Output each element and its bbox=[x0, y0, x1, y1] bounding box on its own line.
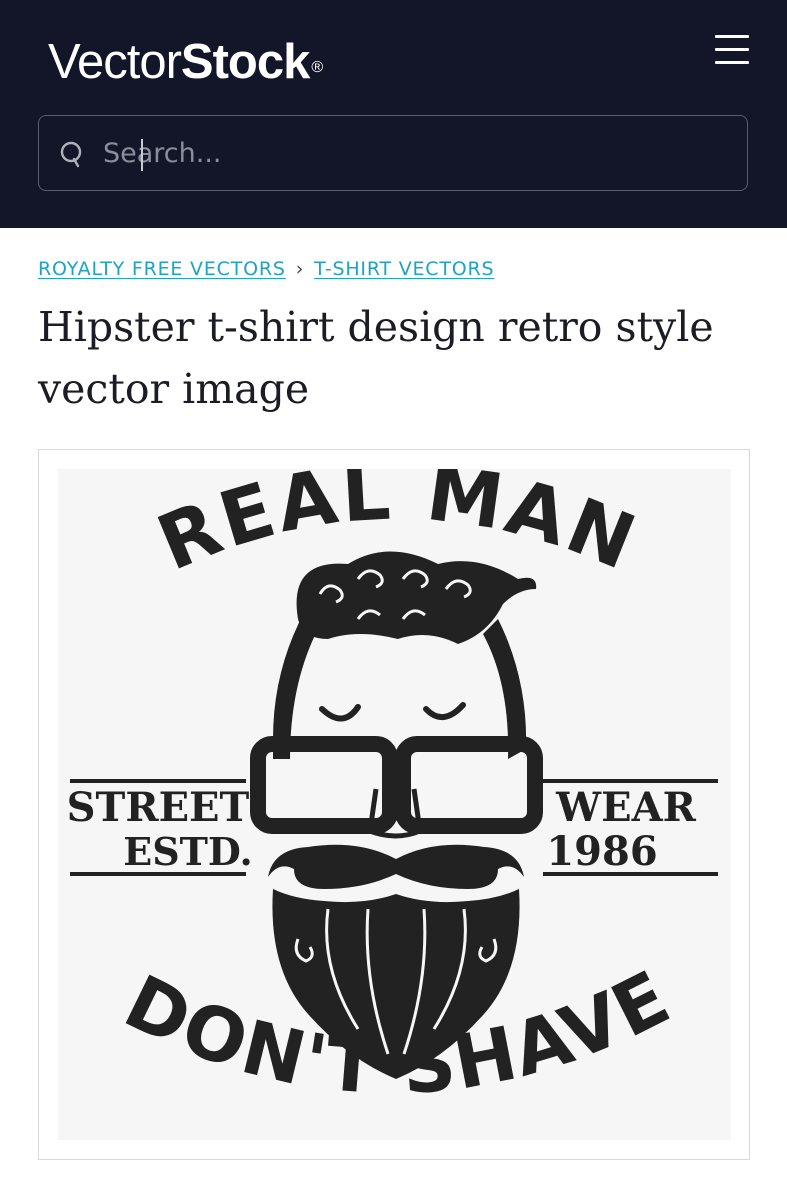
search-bar[interactable] bbox=[38, 115, 748, 191]
breadcrumb: ROYALTY FREE VECTORS › T-SHIRT VECTORS bbox=[38, 258, 494, 280]
hipster-tshirt-artwork[interactable]: REAL MAN DON'T SHAVE STREET ESTD. WEAR 1… bbox=[58, 469, 731, 1140]
artwork-graphic: REAL MAN DON'T SHAVE STREET ESTD. WEAR 1… bbox=[67, 469, 718, 1111]
breadcrumb-separator: › bbox=[295, 258, 305, 280]
preview-image-frame[interactable]: REAL MAN DON'T SHAVE STREET ESTD. WEAR 1… bbox=[38, 449, 750, 1160]
logo-part-stock: Stock bbox=[180, 35, 310, 89]
artwork-right-line2: 1986 bbox=[546, 828, 657, 875]
artwork-right-line1: WEAR bbox=[555, 784, 696, 831]
artwork-left-line2: ESTD. bbox=[123, 829, 253, 874]
hamburger-menu-icon[interactable] bbox=[713, 32, 751, 68]
breadcrumb-t-shirt-vectors[interactable]: T-SHIRT VECTORS bbox=[314, 258, 494, 280]
page-title: Hipster t-shirt design retro style vecto… bbox=[38, 303, 714, 413]
hipster-face-icon bbox=[250, 551, 543, 1079]
artwork-left-line1: STREET bbox=[67, 784, 250, 831]
logo-registered-mark: ® bbox=[311, 59, 323, 76]
logo-part-vector: Vector bbox=[48, 35, 182, 89]
search-icon[interactable] bbox=[59, 140, 85, 168]
site-header: VectorStock ® bbox=[0, 0, 787, 228]
text-caret bbox=[141, 139, 143, 171]
search-input[interactable] bbox=[103, 130, 723, 176]
vectorstock-logo[interactable]: VectorStock ® bbox=[48, 34, 323, 90]
breadcrumb-royalty-free-vectors[interactable]: ROYALTY FREE VECTORS bbox=[38, 258, 286, 280]
